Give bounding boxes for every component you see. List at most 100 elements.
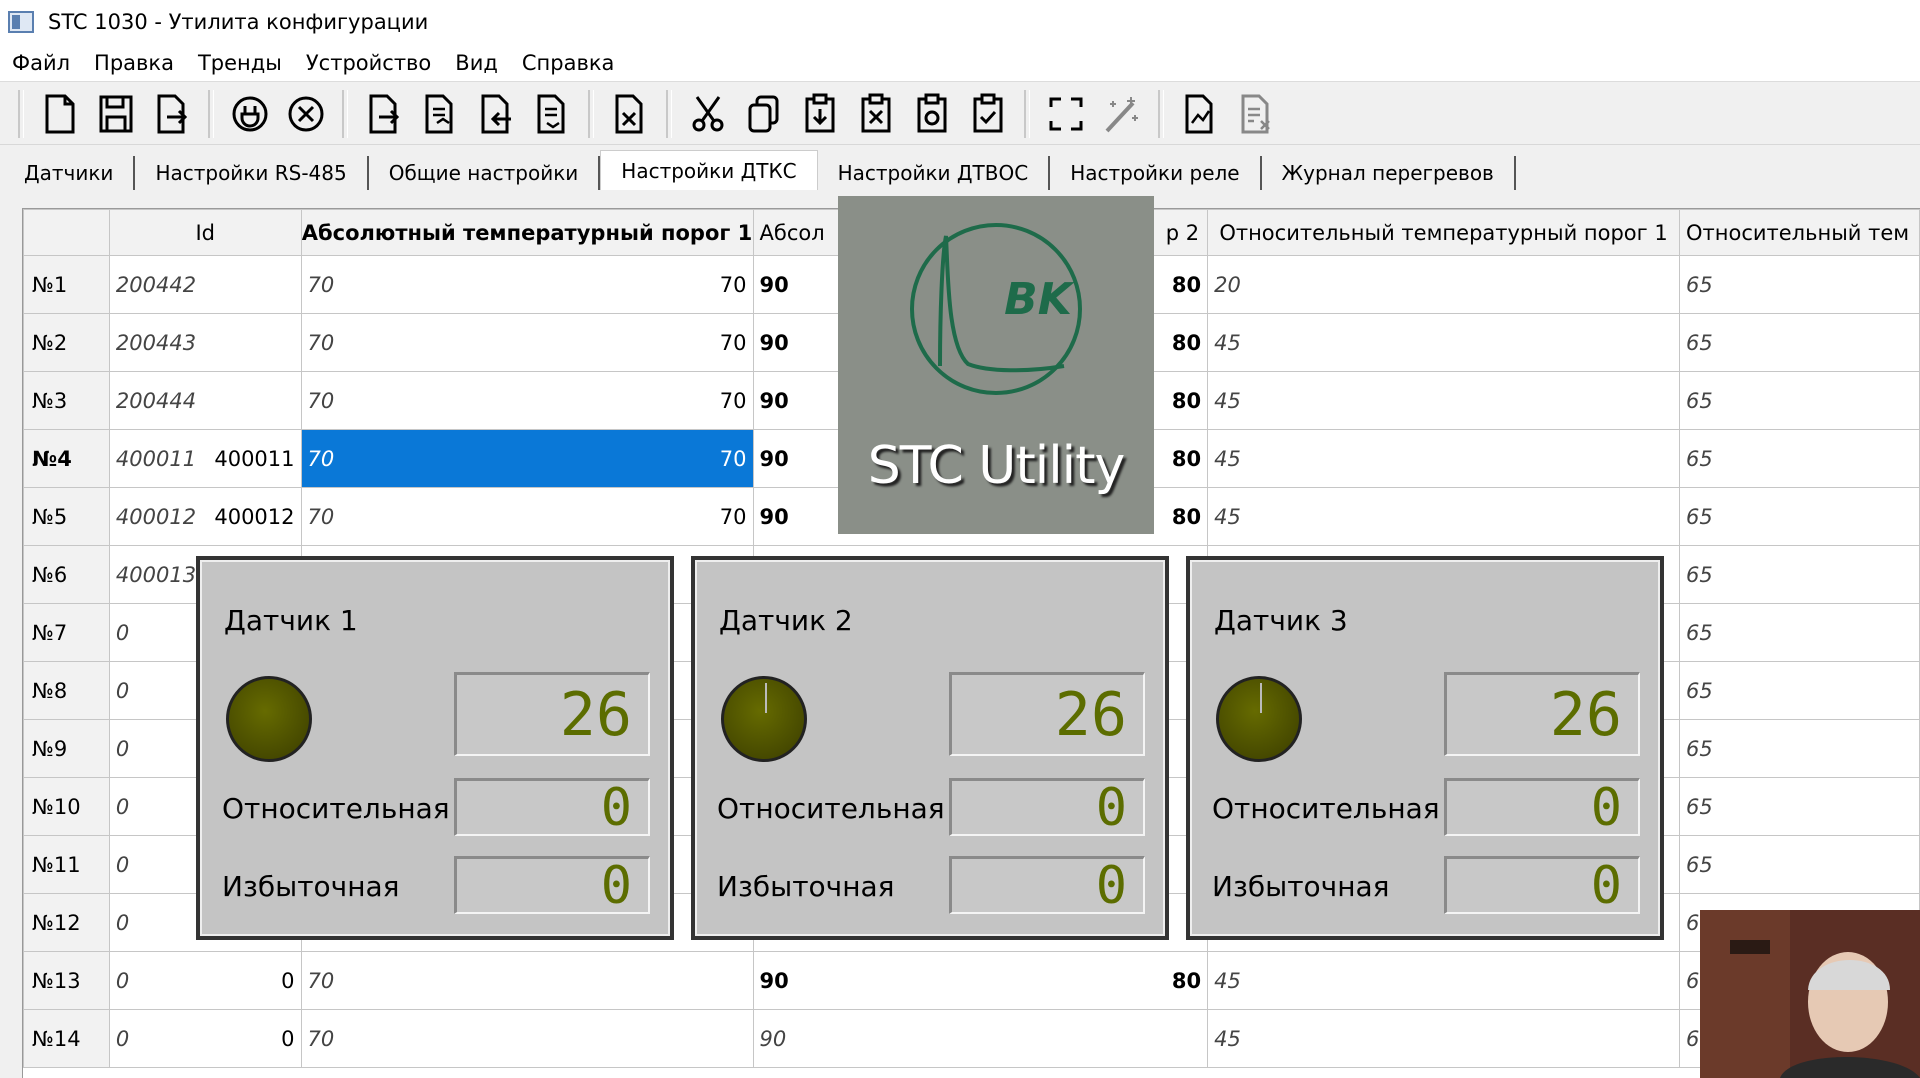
- tab-rs485[interactable]: Настройки RS-485: [135, 156, 369, 190]
- cell-abs-threshold-1[interactable]: 70 70: [300, 255, 754, 314]
- disconnect-icon[interactable]: [278, 88, 334, 140]
- table-row[interactable]: №14 0 0 70 90 45 6: [23, 1009, 1920, 1068]
- paste-icon[interactable]: [792, 88, 848, 140]
- column-header-id[interactable]: Id: [108, 209, 302, 256]
- column-header-rel-threshold-2[interactable]: Относительный тем: [1678, 209, 1920, 256]
- cell-rel-threshold-2[interactable]: 65: [1678, 487, 1920, 546]
- menu-edit[interactable]: Правка: [82, 51, 186, 75]
- sensor-knob[interactable]: [721, 676, 807, 762]
- cell-abs-threshold-2[interactable]: 90 80: [752, 951, 1209, 1010]
- cell-id[interactable]: 400012 400012: [108, 487, 302, 546]
- delete-icon[interactable]: [602, 88, 658, 140]
- row-header[interactable]: №13: [23, 951, 110, 1010]
- cell-abs-threshold-1[interactable]: 70 70: [300, 429, 754, 488]
- tab-dtvos[interactable]: Настройки ДТВОС: [817, 156, 1051, 190]
- cell-abs-threshold-1[interactable]: 70: [300, 951, 754, 1010]
- cell-rel-threshold-2[interactable]: 65: [1678, 661, 1920, 720]
- cell-rel-threshold-2[interactable]: 65: [1678, 777, 1920, 836]
- cell-rel-threshold-1[interactable]: 45: [1207, 951, 1680, 1010]
- row-header[interactable]: №4: [23, 429, 110, 488]
- cell-abs-threshold-1[interactable]: 70 70: [300, 487, 754, 546]
- corner-header[interactable]: [23, 209, 110, 256]
- column-header-abs-threshold-1[interactable]: Абсолютный температурный порог 1: [300, 209, 754, 256]
- cell-rel-threshold-1[interactable]: 45: [1207, 487, 1680, 546]
- reset-icon[interactable]: [904, 88, 960, 140]
- tab-dtks[interactable]: Настройки ДТКС: [600, 150, 818, 190]
- apply-icon[interactable]: [960, 88, 1016, 140]
- fullscreen-icon[interactable]: [1038, 88, 1094, 140]
- cell-rel-threshold-2[interactable]: 65: [1678, 371, 1920, 430]
- excess-label: Избыточная: [222, 870, 400, 903]
- copy-icon[interactable]: [736, 88, 792, 140]
- cell-rel-threshold-1[interactable]: 45: [1207, 1009, 1680, 1068]
- cell-abs-threshold-1[interactable]: 70 70: [300, 371, 754, 430]
- cell-id[interactable]: 200444: [108, 371, 302, 430]
- tab-overheat-log[interactable]: Журнал перегревов: [1261, 156, 1516, 190]
- column-header-rel-threshold-1[interactable]: Относительный температурный порог 1: [1207, 209, 1680, 256]
- cell-abs-threshold-1[interactable]: 70 70: [300, 313, 754, 372]
- relative-label: Относительная: [1212, 792, 1440, 825]
- read-icon[interactable]: [356, 88, 412, 140]
- sensor-title: Датчик 1: [224, 604, 358, 637]
- cell-abs-threshold-2[interactable]: 90: [752, 1009, 1209, 1068]
- new-file-icon[interactable]: [32, 88, 88, 140]
- row-header[interactable]: №2: [23, 313, 110, 372]
- write-all-icon[interactable]: [524, 88, 580, 140]
- tab-general[interactable]: Общие настройки: [368, 156, 601, 190]
- cut-icon[interactable]: [680, 88, 736, 140]
- menu-trends[interactable]: Тренды: [186, 51, 294, 75]
- cell-rel-threshold-2[interactable]: 65: [1678, 313, 1920, 372]
- app-icon: [8, 11, 34, 33]
- row-header[interactable]: №1: [23, 255, 110, 314]
- export-icon[interactable]: [144, 88, 200, 140]
- report-clear-icon[interactable]: [1228, 88, 1284, 140]
- sensor-knob[interactable]: [226, 676, 312, 762]
- clear-icon[interactable]: [848, 88, 904, 140]
- cell-rel-threshold-1[interactable]: 45: [1207, 371, 1680, 430]
- row-header[interactable]: №11: [23, 835, 110, 894]
- row-header[interactable]: №3: [23, 371, 110, 430]
- connect-icon[interactable]: [222, 88, 278, 140]
- cell-id[interactable]: 200443: [108, 313, 302, 372]
- save-icon[interactable]: [88, 88, 144, 140]
- cell-rel-threshold-2[interactable]: 65: [1678, 603, 1920, 662]
- cell-rel-threshold-1[interactable]: 45: [1207, 313, 1680, 372]
- row-header[interactable]: №6: [23, 545, 110, 604]
- cell-rel-threshold-1[interactable]: 45: [1207, 429, 1680, 488]
- cell-id[interactable]: 400011 400011: [108, 429, 302, 488]
- row-header[interactable]: №12: [23, 893, 110, 952]
- read-all-icon[interactable]: [412, 88, 468, 140]
- tab-sensors[interactable]: Датчики: [4, 156, 136, 190]
- report-icon[interactable]: [1172, 88, 1228, 140]
- cell-rel-threshold-2[interactable]: 65: [1678, 429, 1920, 488]
- table-row[interactable]: №13 0 0 70 90 80 45 6: [23, 951, 1920, 1010]
- cell-rel-threshold-2[interactable]: 65: [1678, 835, 1920, 894]
- menu-device[interactable]: Устройство: [294, 51, 443, 75]
- magic-icon[interactable]: [1094, 88, 1150, 140]
- row-header[interactable]: №9: [23, 719, 110, 778]
- cell-id[interactable]: 00: [108, 951, 302, 1010]
- cell-rel-threshold-1[interactable]: 20: [1207, 255, 1680, 314]
- write-icon[interactable]: [468, 88, 524, 140]
- cell-rel-threshold-2[interactable]: 65: [1678, 255, 1920, 314]
- menu-view[interactable]: Вид: [443, 51, 510, 75]
- cell-rel-threshold-2[interactable]: 65: [1678, 545, 1920, 604]
- cell-id[interactable]: 00: [108, 1009, 302, 1068]
- menu-help[interactable]: Справка: [510, 51, 627, 75]
- temperature-display: 26: [1444, 672, 1640, 756]
- excess-display: 0: [1444, 856, 1640, 914]
- row-header[interactable]: №7: [23, 603, 110, 662]
- sensor-knob[interactable]: [1216, 676, 1302, 762]
- sensor-panel-1: Датчик 1 26 Относительная 0 Избыточная 0: [196, 556, 674, 940]
- row-header[interactable]: №10: [23, 777, 110, 836]
- toolbar-separator: [1158, 89, 1164, 138]
- menu-file[interactable]: Файл: [0, 51, 82, 75]
- row-header[interactable]: №14: [23, 1009, 110, 1068]
- toolbar-separator: [342, 89, 348, 138]
- row-header[interactable]: №8: [23, 661, 110, 720]
- row-header[interactable]: №5: [23, 487, 110, 546]
- cell-abs-threshold-1[interactable]: 70: [300, 1009, 754, 1068]
- cell-rel-threshold-2[interactable]: 65: [1678, 719, 1920, 778]
- tab-relay[interactable]: Настройки реле: [1050, 156, 1262, 190]
- cell-id[interactable]: 200442: [108, 255, 302, 314]
